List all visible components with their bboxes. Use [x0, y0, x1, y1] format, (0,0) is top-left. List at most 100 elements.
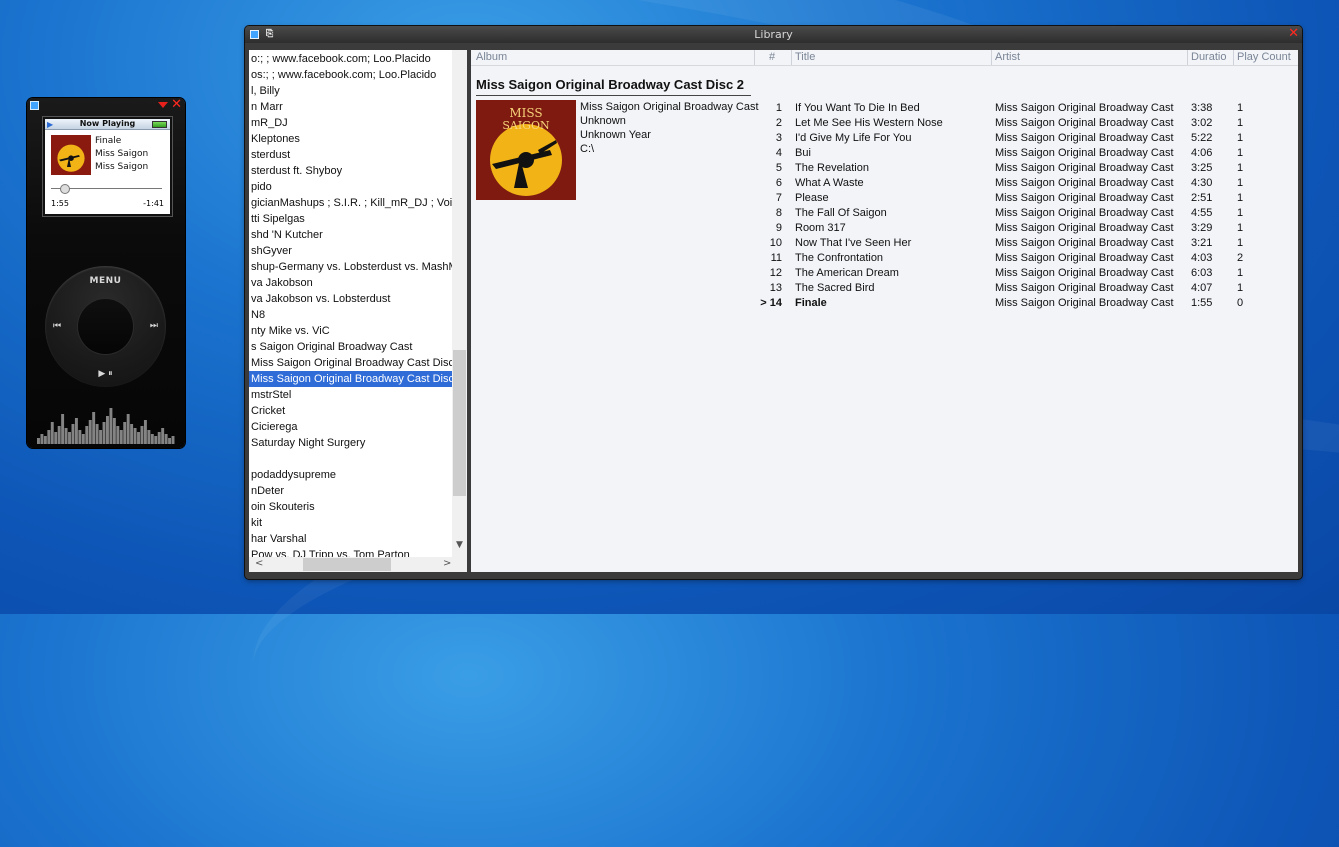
track-row[interactable]: 1 If You Want To Die In Bed Miss Saigon Or… — [471, 101, 1298, 116]
visualizer-bar — [133, 428, 137, 444]
artist-list-item[interactable]: podaddysupreme — [249, 467, 452, 483]
artist-list-item[interactable]: Miss Saigon Original Broadway Cast Disc … — [249, 371, 452, 387]
vertical-scrollbar[interactable]: ▼ — [452, 50, 467, 557]
artist-list-item[interactable]: Cricket — [249, 403, 452, 419]
artist-list-item[interactable]: va Jakobson — [249, 275, 452, 291]
track-title: The Sacred Bird — [795, 282, 875, 294]
close-icon[interactable]: ✕ — [1288, 26, 1299, 42]
column-play-count[interactable]: Play Count — [1237, 51, 1291, 63]
artist-list-item[interactable]: Cicierega — [249, 419, 452, 435]
artist-list-item[interactable]: har Varshal — [249, 531, 452, 547]
artist-list-item[interactable]: sterdust ft. Shyboy — [249, 163, 452, 179]
horizontal-scrollbar[interactable]: < > — [249, 557, 467, 572]
artist-list-item[interactable]: nty Mike vs. ViC — [249, 323, 452, 339]
track-row[interactable]: > 14 Finale Miss Saigon Original Broadway … — [471, 296, 1298, 311]
visualizer-bar — [112, 418, 116, 444]
column-number[interactable]: # — [769, 51, 775, 63]
artist-list-item[interactable]: tti Sipelgas — [249, 211, 452, 227]
artist-list-item[interactable]: Saturday Night Surgery — [249, 435, 452, 451]
track-artist: Miss Saigon Original Broadway Cast — [995, 162, 1174, 174]
battery-icon — [152, 121, 167, 128]
artist-list-item[interactable]: Miss Saigon Original Broadway Cast Disc … — [249, 355, 452, 371]
column-title[interactable]: Title — [795, 51, 815, 63]
track-number: > 14 — [760, 297, 782, 309]
artist-list-item[interactable]: N8 — [249, 307, 452, 323]
artist-list-item[interactable]: va Jakobson vs. Lobsterdust — [249, 291, 452, 307]
artist-list-item[interactable]: s Saigon Original Broadway Cast — [249, 339, 452, 355]
track-row[interactable]: 11 The Confrontation Miss Saigon Original … — [471, 251, 1298, 266]
artist-list-item[interactable] — [249, 451, 452, 467]
track-row[interactable]: 7 Please Miss Saigon Original Broadway Cas… — [471, 191, 1298, 206]
artist-list-item[interactable]: gicianMashups ; S.I.R. ; Kill_mR_DJ ; Vo… — [249, 195, 452, 211]
column-separator[interactable] — [991, 50, 992, 65]
artist-list-item[interactable]: n Marr — [249, 99, 452, 115]
artist-list-item-label: va Jakobson vs. Lobsterdust — [251, 293, 391, 305]
scroll-down-icon[interactable]: ▼ — [452, 540, 467, 550]
visualizer-bar — [81, 434, 85, 444]
track-title: What A Waste — [795, 177, 864, 189]
track-number: 8 — [775, 207, 782, 219]
track-title: Finale — [795, 297, 827, 309]
center-button[interactable] — [78, 299, 133, 354]
track-row[interactable]: 8 The Fall Of Saigon Miss Saigon Original … — [471, 206, 1298, 221]
dropdown-arrow-icon[interactable] — [158, 102, 168, 108]
column-separator[interactable] — [791, 50, 792, 65]
artist-list-item-label: Kleptones — [251, 133, 300, 145]
column-artist[interactable]: Artist — [995, 51, 1020, 63]
artist-list-item[interactable]: shup-Germany vs. Lobsterdust vs. MashMi — [249, 259, 452, 275]
track-row[interactable]: 9 Room 317 Miss Saigon Original Broadway C… — [471, 221, 1298, 236]
artist-list-item[interactable]: Kleptones — [249, 131, 452, 147]
artist-list-item[interactable]: os:; ; www.facebook.com; Loo.Placido — [249, 67, 452, 83]
artist-list-item[interactable]: sterdust — [249, 147, 452, 163]
close-icon[interactable]: ✕ — [171, 98, 182, 112]
window-menu-icon[interactable] — [30, 101, 39, 110]
artist-list-item[interactable]: l, Billy — [249, 83, 452, 99]
ipod-screen: ▶ Now Playing Finale Miss Saigon Miss Sa… — [43, 117, 172, 216]
play-indicator-icon: ▶ — [47, 120, 54, 129]
track-row[interactable]: 2 Let Me See His Western Nose Miss Saigon … — [471, 116, 1298, 131]
menu-button[interactable]: MENU — [45, 276, 166, 286]
artist-list-item[interactable]: mstrStel — [249, 387, 452, 403]
vertical-scroll-thumb[interactable] — [453, 350, 466, 496]
scroll-left-icon[interactable]: < — [255, 558, 263, 569]
artist-list-item[interactable]: o:; ; www.facebook.com; Loo.Placido — [249, 51, 452, 67]
artist-list-item[interactable]: kit — [249, 515, 452, 531]
visualizer-bar — [88, 420, 92, 444]
track-row[interactable]: 3 I'd Give My Life For You Miss Saigon Ori… — [471, 131, 1298, 146]
album-art-thumbnail — [51, 135, 91, 175]
artist-list-item[interactable]: mR_DJ — [249, 115, 452, 131]
track-number: 3 — [775, 132, 782, 144]
artist-list-item[interactable]: pido — [249, 179, 452, 195]
artist-list-item[interactable]: shd 'N Kutcher — [249, 227, 452, 243]
track-play-count: 1 — [1237, 267, 1244, 279]
column-separator[interactable] — [1233, 50, 1234, 65]
previous-icon[interactable]: ⏮ — [53, 321, 61, 331]
track-title: Now That I've Seen Her — [795, 237, 912, 249]
click-wheel[interactable]: MENU ⏮ ⏭ ▶ ⏸ — [45, 266, 166, 387]
scroll-right-icon[interactable]: > — [443, 558, 451, 569]
progress-knob[interactable] — [60, 184, 71, 194]
artist-list-item[interactable]: oin Skouteris — [249, 499, 452, 515]
horizontal-scroll-thumb[interactable] — [303, 558, 391, 571]
track-row[interactable]: 13 The Sacred Bird Miss Saigon Original Br… — [471, 281, 1298, 296]
play-pause-icon[interactable]: ▶ ⏸ — [45, 369, 166, 379]
artist-list-item-label: mR_DJ — [251, 117, 288, 129]
visualizer-bar — [168, 438, 172, 444]
track-row[interactable]: 10 Now That I've Seen Her Miss Saigon Orig… — [471, 236, 1298, 251]
track-artist: Miss Saigon Original Broadway Cast — [995, 237, 1174, 249]
column-duration[interactable]: Duratio — [1191, 51, 1226, 63]
library-window: ⎘ Library ✕ o:; ; www.facebook.com; Loo.… — [245, 26, 1302, 579]
column-separator[interactable] — [754, 50, 755, 65]
track-row[interactable]: 4 Bui Miss Saigon Original Broadway Cast 4:… — [471, 146, 1298, 161]
column-album[interactable]: Album — [476, 51, 507, 63]
next-icon[interactable]: ⏭ — [150, 321, 158, 331]
track-row[interactable]: 5 The Revelation Miss Saigon Original Broa… — [471, 161, 1298, 176]
artist-list-item[interactable]: shGyver — [249, 243, 452, 259]
track-row[interactable]: 12 The American Dream Miss Saigon Original… — [471, 266, 1298, 281]
column-separator[interactable] — [1187, 50, 1188, 65]
visualizer-bar — [43, 436, 47, 444]
track-row[interactable]: 6 What A Waste Miss Saigon Original Broadw… — [471, 176, 1298, 191]
artist-list-item[interactable]: nDeter — [249, 483, 452, 499]
library-titlebar[interactable]: ⎘ Library ✕ — [245, 26, 1302, 43]
track-duration: 4:07 — [1191, 282, 1213, 294]
